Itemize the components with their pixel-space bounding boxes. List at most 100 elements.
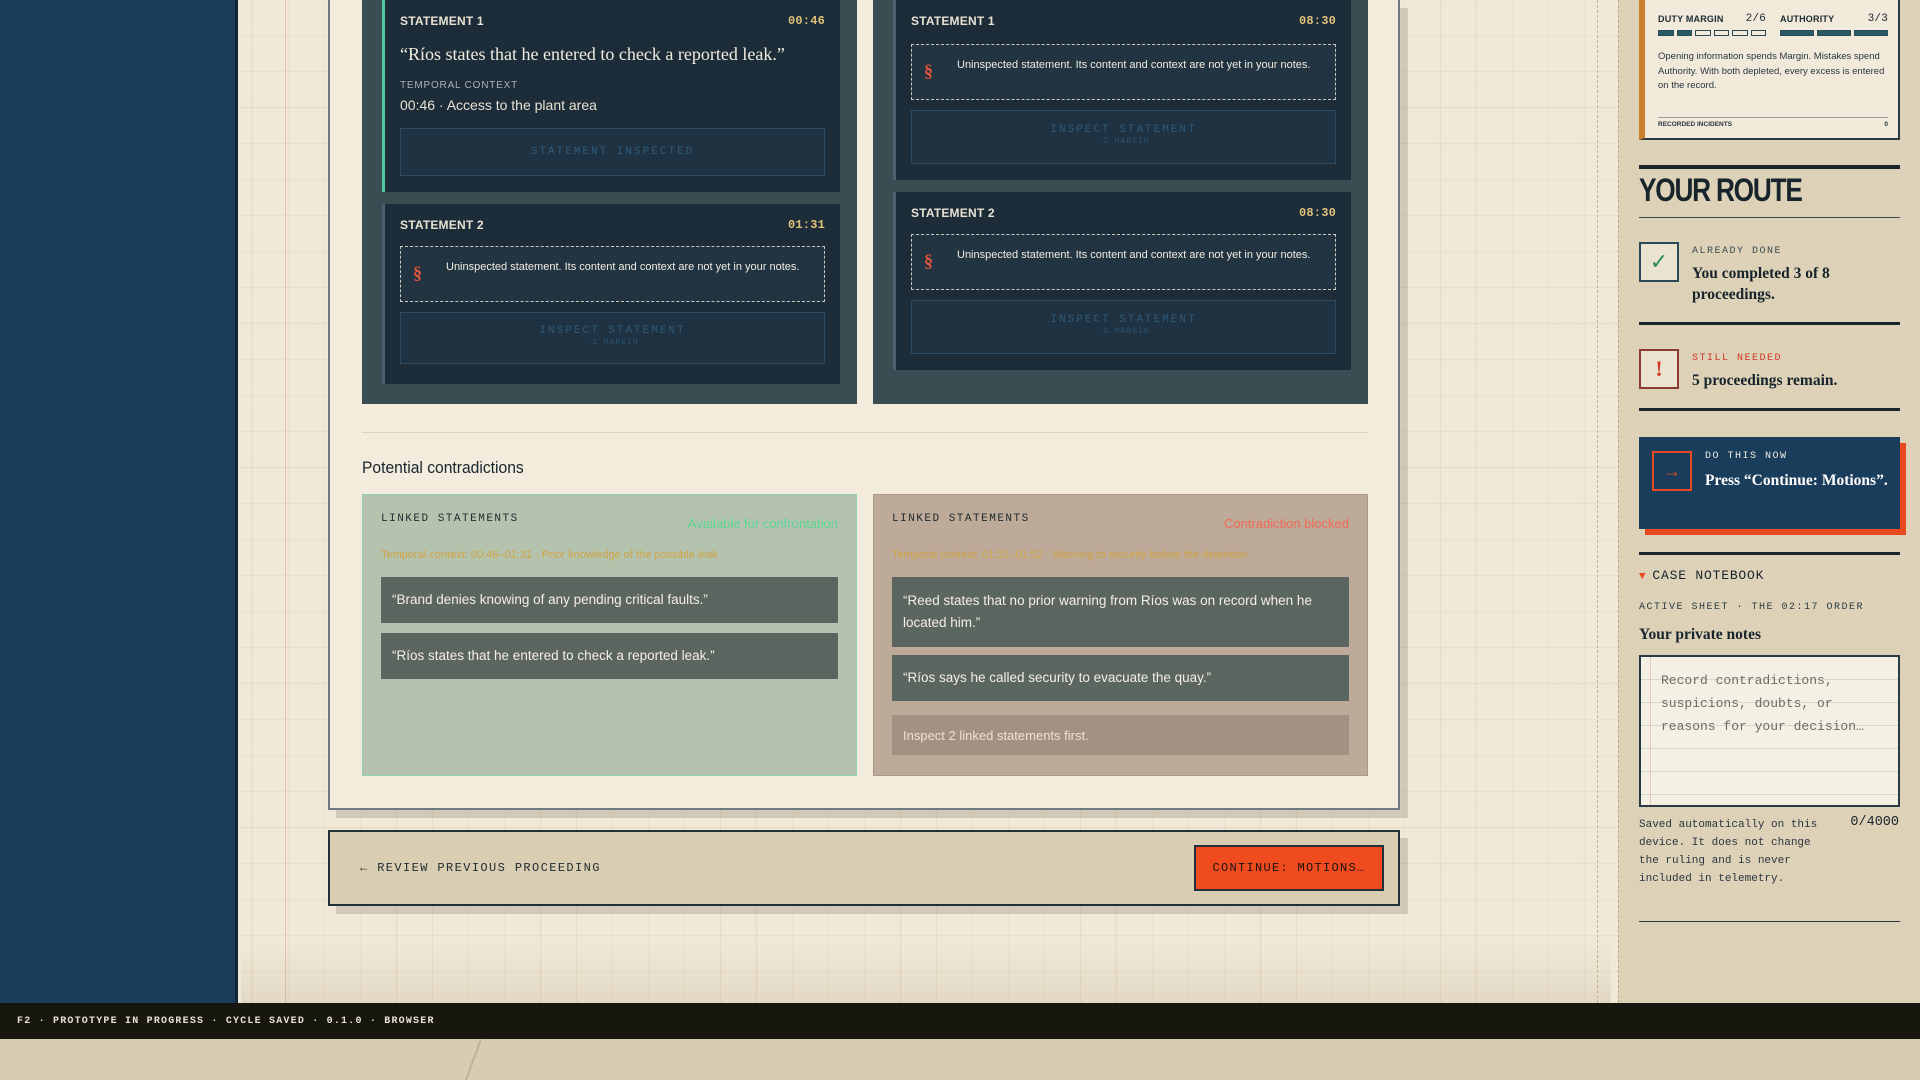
recorded-incidents-value: 0	[1884, 121, 1888, 128]
section-icon: §	[924, 251, 933, 271]
blocked-hint: Inspect 2 linked statements first.	[892, 715, 1349, 755]
left-rail	[0, 0, 238, 1003]
contradiction-card-blocked: LINKED STATEMENTS Contradiction blocked …	[873, 494, 1368, 776]
statement-title: STATEMENT 1	[911, 14, 995, 28]
meter-tick	[1854, 30, 1888, 36]
bottom-strip	[0, 1038, 1920, 1080]
route-done-text: You completed 3 of 8 proceedings.	[1692, 265, 1830, 303]
section-icon: §	[413, 263, 422, 283]
do-this-now-card[interactable]: → DO THIS NOW Press “Continue: Motions”.	[1639, 437, 1900, 529]
route-done: ✓ ALREADY DONE You completed 3 of 8 proc…	[1639, 242, 1900, 312]
statement-time: 08:30	[1298, 206, 1336, 220]
temporal-context-value: 00:46 · Access to the plant area	[400, 97, 597, 113]
temporal-context: Temporal context: 01:31–01:52 · Warning …	[892, 549, 1248, 561]
contradiction-card-available[interactable]: LINKED STATEMENTS Available for confront…	[362, 494, 857, 776]
statement-quote: “Ríos states that he entered to check a …	[400, 44, 785, 64]
statement-time: 00:46	[787, 14, 825, 28]
private-notes-title: Your private notes	[1639, 626, 1761, 643]
private-notes-input[interactable]	[1639, 655, 1900, 807]
notes-margin-line	[1650, 657, 1651, 805]
autosave-note: Saved automatically on this device. It d…	[1639, 819, 1818, 885]
inspect-statement-button[interactable]: INSPECT STATEMENT -1 MARGIN	[400, 312, 825, 364]
character-count: 0/4000	[1850, 815, 1899, 830]
duty-margin-label: DUTY MARGIN	[1658, 14, 1724, 24]
temporal-context-label: TEMPORAL CONTEXT	[400, 80, 518, 91]
statement-title: STATEMENT 1	[400, 14, 484, 28]
duty-margin-value: 2/6	[1745, 13, 1766, 25]
statement-inspected-button[interactable]: STATEMENT INSPECTED	[400, 128, 825, 176]
inspect-statement-button[interactable]: INSPECT STATEMENT -1 MARGIN	[911, 110, 1336, 164]
meter-tick	[1658, 30, 1674, 36]
rule	[1639, 921, 1900, 922]
uninspected-notice: § Uninspected statement. Its content and…	[911, 44, 1336, 100]
contradiction-status: Contradiction blocked	[1223, 516, 1349, 531]
meter-tick	[1780, 30, 1814, 36]
authority-value: 3/3	[1867, 13, 1888, 25]
do-this-now-text: Press “Continue: Motions”.	[1705, 472, 1888, 489]
meter-tick	[1817, 30, 1851, 36]
alert-icon: !	[1639, 349, 1679, 389]
proceeding-panel: STATEMENT 1 00:46 “Ríos states that he e…	[328, 0, 1400, 810]
sidebar-divider	[1597, 0, 1598, 1003]
meter-tick	[1695, 30, 1711, 36]
temporal-context: Temporal context: 00:46–01:31 · Prior kn…	[381, 549, 718, 561]
uninspected-text: Uninspected statement. Its content and c…	[957, 249, 1311, 261]
rule	[1639, 408, 1900, 411]
case-notebook-toggle[interactable]: ▼ CASE NOTEBOOK	[1639, 568, 1764, 583]
route-needed-text: 5 proceedings remain.	[1692, 372, 1838, 389]
uninspected-text: Uninspected statement. Its content and c…	[446, 261, 800, 273]
page-margin-line	[285, 0, 286, 1003]
triangle-down-icon: ▼	[1639, 571, 1647, 583]
rule	[1639, 552, 1900, 555]
contradiction-status: Available for confrontation	[687, 516, 838, 531]
active-sheet-label: ACTIVE SHEET · THE 02:17 ORDER	[1639, 602, 1865, 613]
continue-motions-button[interactable]: CONTINUE: MOTIONS…	[1194, 845, 1384, 891]
statement-card: STATEMENT 2 01:31 § Uninspected statemen…	[382, 204, 840, 384]
arrow-right-icon: →	[1652, 451, 1692, 491]
linked-statement: “Reed states that no prior warning from …	[892, 577, 1349, 647]
recorded-incidents: RECORDED INCIDENTS 0	[1658, 117, 1888, 128]
review-previous-link[interactable]: ← REVIEW PREVIOUS PROCEEDING	[360, 861, 601, 875]
route-title: YOUR ROUTE	[1639, 172, 1803, 208]
sidebar: DUTY MARGIN 2/6 AUTHORITY 3/3 Opening in…	[1618, 0, 1920, 1003]
section-icon: §	[924, 61, 933, 81]
check-icon: ✓	[1639, 242, 1679, 282]
statement-time: 08:30	[1298, 14, 1336, 28]
budget-card: DUTY MARGIN 2/6 AUTHORITY 3/3 Opening in…	[1639, 0, 1900, 140]
linked-statements-label: LINKED STATEMENTS	[892, 513, 1030, 525]
uninspected-notice: § Uninspected statement. Its content and…	[400, 246, 825, 302]
recorded-incidents-label: RECORDED INCIDENTS	[1658, 121, 1733, 128]
route-needed: ! STILL NEEDED 5 proceedings remain.	[1639, 349, 1900, 399]
route-top-rule	[1639, 165, 1900, 169]
status-footer: F2 · PROTOTYPE IN PROGRESS · CYCLE SAVED…	[0, 1003, 1920, 1039]
rule	[1639, 217, 1900, 218]
statement-title: STATEMENT 2	[400, 218, 484, 232]
duty-margin-meter: DUTY MARGIN 2/6	[1658, 13, 1766, 36]
case-notebook-label: CASE NOTEBOOK	[1652, 568, 1765, 583]
do-this-now-kicker: DO THIS NOW	[1705, 451, 1788, 462]
statements-column-left: STATEMENT 1 00:46 “Ríos states that he e…	[362, 0, 857, 404]
statement-time: 01:31	[787, 218, 825, 232]
meter-tick	[1676, 30, 1692, 36]
linked-statements-label: LINKED STATEMENTS	[381, 513, 519, 525]
statements-column-right: STATEMENT 1 08:30 § Uninspected statemen…	[873, 0, 1368, 404]
rule	[1639, 322, 1900, 325]
statement-card: STATEMENT 1 00:46 “Ríos states that he e…	[382, 0, 840, 192]
authority-ticks	[1780, 30, 1888, 36]
linked-statement: “Ríos states that he entered to check a …	[381, 633, 838, 679]
main-fade	[241, 940, 1611, 1003]
route-needed-kicker: STILL NEEDED	[1692, 353, 1783, 364]
linked-statement: “Brand denies knowing of any pending cri…	[381, 577, 838, 623]
uninspected-notice: § Uninspected statement. Its content and…	[911, 234, 1336, 290]
authority-meter: AUTHORITY 3/3	[1780, 13, 1888, 36]
contradictions-title: Potential contradictions	[362, 458, 524, 477]
meter-tick	[1750, 30, 1766, 36]
authority-label: AUTHORITY	[1780, 14, 1835, 24]
statement-title: STATEMENT 2	[911, 206, 995, 220]
meter-tick	[1713, 30, 1729, 36]
action-bar: ← REVIEW PREVIOUS PROCEEDING CONTINUE: M…	[328, 830, 1400, 906]
budget-description: Opening information spends Margin. Mista…	[1658, 51, 1885, 92]
uninspected-text: Uninspected statement. Its content and c…	[957, 59, 1311, 71]
inspect-statement-button[interactable]: INSPECT STATEMENT -1 MARGIN	[911, 300, 1336, 354]
status-text: F2 · PROTOTYPE IN PROGRESS · CYCLE SAVED…	[17, 1015, 435, 1027]
